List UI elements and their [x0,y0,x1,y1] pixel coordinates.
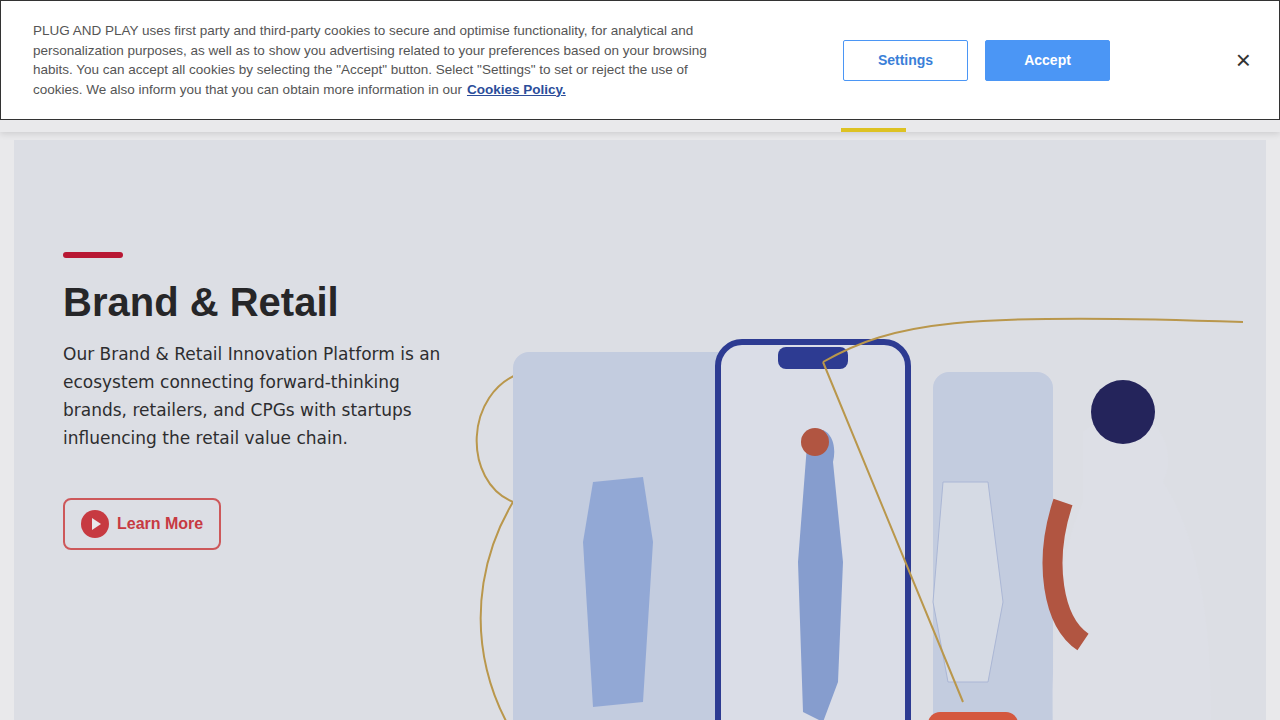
accent-bar [63,252,123,258]
cookie-buttons: Settings Accept [843,40,1110,81]
hero-text: Brand & Retail Our Brand & Retail Innovat… [63,252,443,720]
play-icon [81,510,109,538]
cookie-banner: PLUG AND PLAY uses first party and third… [0,0,1280,120]
hero: Brand & Retail Our Brand & Retail Innovat… [14,140,1266,720]
nav-active-indicator [841,128,906,132]
hero-description: Our Brand & Retail Innovation Platform i… [63,340,443,452]
learn-more-button[interactable]: Learn More [63,498,221,550]
cookie-text: PLUG AND PLAY uses first party and third… [33,21,713,99]
settings-button[interactable]: Settings [843,40,968,81]
retail-illustration [443,302,1243,720]
cookies-policy-link[interactable]: Cookies Policy. [467,82,566,97]
close-button[interactable]: × [1232,43,1255,77]
hero-illustration [443,252,1266,720]
accept-button[interactable]: Accept [985,40,1110,81]
page: Brand & Retail Our Brand & Retail Innovat… [0,0,1280,720]
hero-title: Brand & Retail [63,278,443,326]
